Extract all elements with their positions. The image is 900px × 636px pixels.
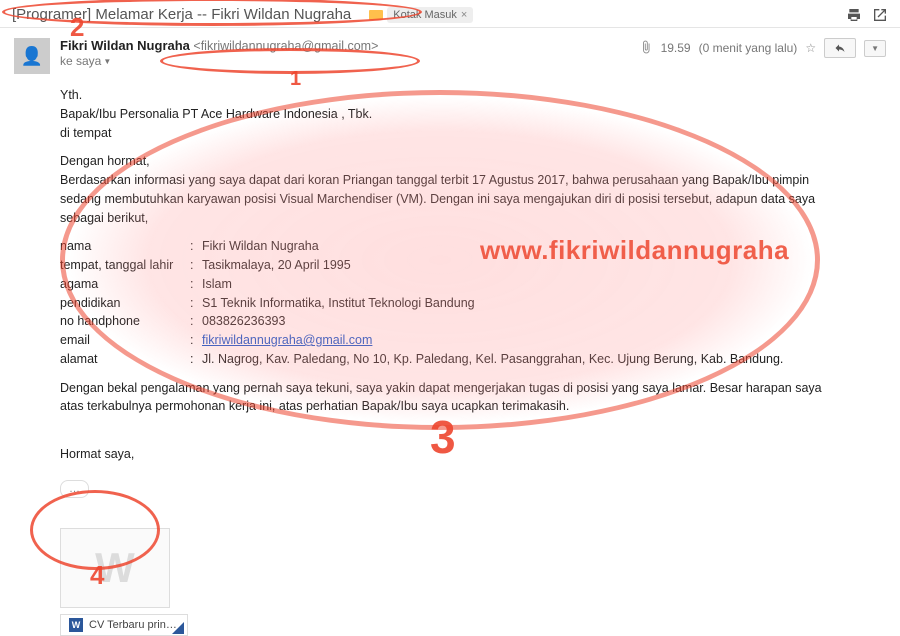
- data-value: Jl. Nagrog, Kav. Paledang, No 10, Kp. Pa…: [202, 350, 834, 369]
- data-value: S1 Teknik Informatika, Institut Teknolog…: [202, 294, 834, 313]
- data-key: email: [60, 331, 190, 350]
- email-subject: [Programer] Melamar Kerja -- Fikri Wilda…: [12, 6, 351, 23]
- salutation-line: Bapak/Ibu Personalia PT Ace Hardware Ind…: [60, 107, 372, 121]
- sender-row: 👤 Fikri Wildan Nugraha <fikriwildannugra…: [14, 38, 886, 74]
- data-row: nama:Fikri Wildan Nugraha: [60, 237, 834, 256]
- attachment-thumbnail[interactable]: W: [60, 528, 170, 608]
- inbox-label-text: Kotak Masuk: [393, 9, 457, 21]
- data-key: agama: [60, 275, 190, 294]
- print-icon[interactable]: [846, 7, 862, 23]
- data-key: pendidikan: [60, 294, 190, 313]
- separator: :: [190, 275, 202, 294]
- data-row: alamat:Jl. Nagrog, Kav. Paledang, No 10,…: [60, 350, 834, 369]
- data-row: tempat, tanggal lahir:Tasikmalaya, 20 Ap…: [60, 256, 834, 275]
- separator: :: [190, 237, 202, 256]
- data-value: fikriwildannugraha@gmail.com: [202, 331, 834, 350]
- inbox-label-chip[interactable]: Kotak Masuk ×: [387, 7, 473, 23]
- word-doc-icon: W: [69, 618, 83, 632]
- data-key: alamat: [60, 350, 190, 369]
- separator: :: [190, 312, 202, 331]
- data-row: email:fikriwildannugraha@gmail.com: [60, 331, 834, 350]
- attachment-filename: CV Terbaru print…: [89, 619, 179, 631]
- avatar[interactable]: 👤: [14, 38, 50, 74]
- data-row: agama:Islam: [60, 275, 834, 294]
- data-value: Fikri Wildan Nugraha: [202, 237, 834, 256]
- star-icon[interactable]: ☆: [805, 41, 816, 55]
- attachment-icon[interactable]: [639, 40, 653, 57]
- body-paragraph: Dengan bekal pengalaman yang pernah saya…: [60, 379, 834, 417]
- sender-email: <fikriwildannugraha@gmail.com>: [193, 39, 378, 53]
- data-row: pendidikan:S1 Teknik Informatika, Instit…: [60, 294, 834, 313]
- message-meta: 19.59 (0 menit yang lalu) ☆ ▼: [639, 38, 886, 58]
- recipient-text: ke saya: [60, 54, 101, 68]
- separator: :: [190, 294, 202, 313]
- data-value: Islam: [202, 275, 834, 294]
- separator: :: [190, 331, 202, 350]
- data-value: 083826236393: [202, 312, 834, 331]
- data-key: tempat, tanggal lahir: [60, 256, 190, 275]
- message-time: 19.59: [661, 41, 691, 55]
- email-body: Yth. Bapak/Ibu Personalia PT Ace Hardwar…: [14, 74, 834, 498]
- salutation-line: di tempat: [60, 126, 111, 140]
- attachment-chip[interactable]: W CV Terbaru print…: [60, 614, 188, 636]
- data-row: no handphone:083826236393: [60, 312, 834, 331]
- more-actions-button[interactable]: ▼: [864, 40, 886, 57]
- message-header: [Programer] Melamar Kerja -- Fikri Wilda…: [0, 0, 900, 28]
- show-trimmed-button[interactable]: …: [60, 480, 89, 499]
- chevron-down-icon[interactable]: ▼: [103, 57, 111, 66]
- attachment-fold-icon: [172, 622, 184, 634]
- opening-line: Dengan hormat,: [60, 154, 150, 168]
- folder-icon: [369, 10, 383, 20]
- message-ago: (0 menit yang lalu): [699, 41, 798, 55]
- recipient-line[interactable]: ke saya ▼: [60, 54, 378, 68]
- attachment-thumb-letter: W: [95, 544, 135, 592]
- separator: :: [190, 350, 202, 369]
- closing-line: Hormat saya,: [60, 445, 834, 464]
- sender-name: Fikri Wildan Nugraha: [60, 38, 190, 53]
- data-value: Tasikmalaya, 20 April 1995: [202, 256, 834, 275]
- data-key: no handphone: [60, 312, 190, 331]
- new-window-icon[interactable]: [872, 7, 888, 23]
- email-link[interactable]: fikriwildannugraha@gmail.com: [202, 333, 372, 347]
- separator: :: [190, 256, 202, 275]
- sender-info: Fikri Wildan Nugraha <fikriwildannugraha…: [60, 38, 378, 68]
- body-paragraph: Berdasarkan informasi yang saya dapat da…: [60, 173, 815, 225]
- reply-button[interactable]: [824, 38, 856, 58]
- data-key: nama: [60, 237, 190, 256]
- remove-label-icon[interactable]: ×: [461, 9, 467, 21]
- salutation-line: Yth.: [60, 88, 82, 102]
- attachments-area: W W CV Terbaru print…: [14, 498, 886, 636]
- applicant-data-table: nama:Fikri Wildan Nugrahatempat, tanggal…: [60, 237, 834, 368]
- header-actions: [846, 7, 888, 23]
